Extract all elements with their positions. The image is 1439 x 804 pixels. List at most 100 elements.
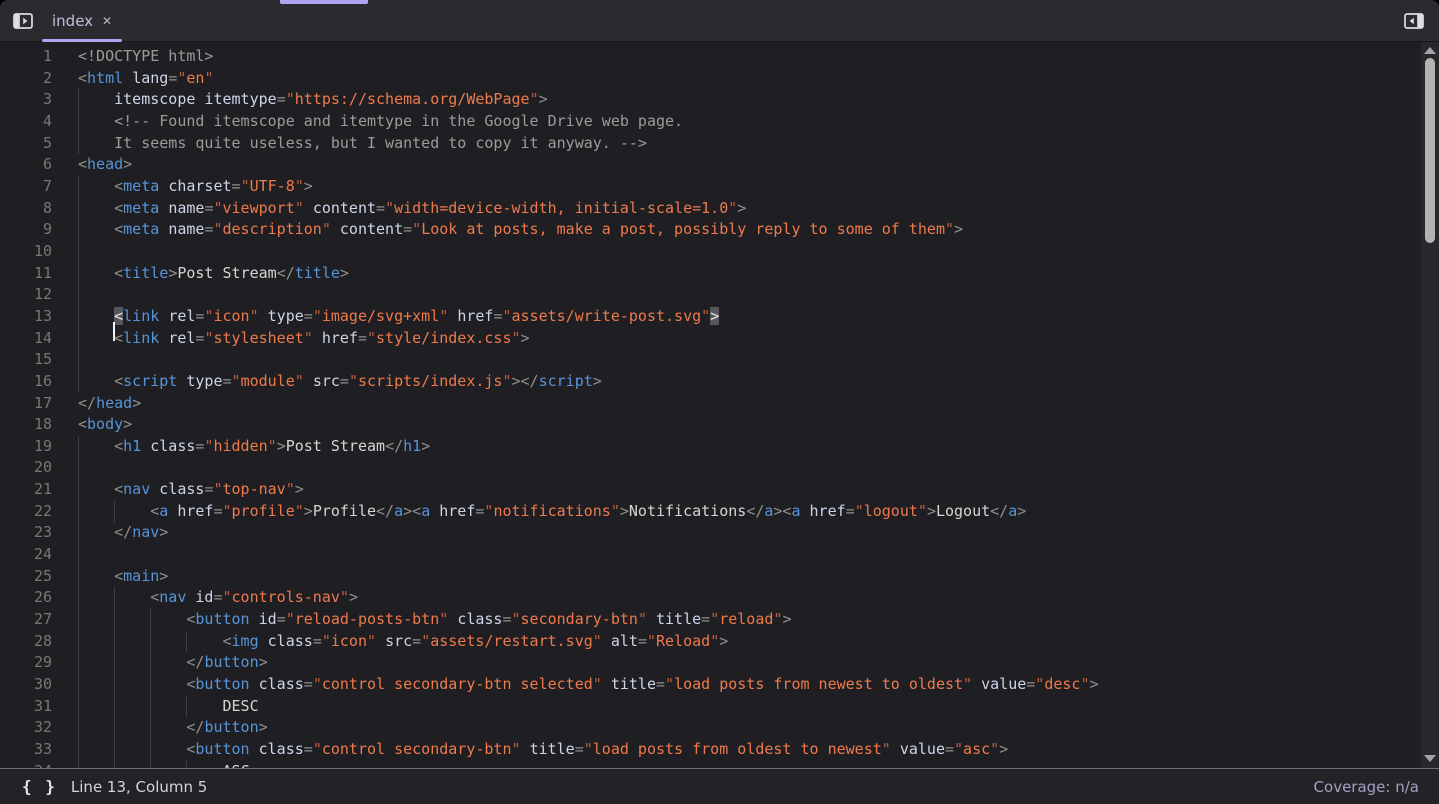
token (521, 740, 530, 758)
code-line[interactable]: 13 <link rel="icon" type="image/svg+xml"… (0, 306, 1439, 328)
token: " (385, 199, 394, 217)
toggle-right-panel-button[interactable] (1400, 7, 1428, 35)
token (430, 502, 439, 520)
scrollbar[interactable] (1421, 42, 1439, 768)
token: " (439, 610, 448, 628)
code-line[interactable]: 23 </nav> (0, 522, 1439, 544)
code-line[interactable]: 18<body> (0, 414, 1439, 436)
header-bar: index ✕ (0, 0, 1439, 42)
cursor-position[interactable]: Line 13, Column 5 (71, 778, 207, 796)
code-line[interactable]: 1<!DOCTYPE html> (0, 46, 1439, 68)
builder-window: index ✕ 1<!DOCTYPE html>2<html lang="en"… (0, 0, 1439, 804)
token: img (232, 632, 259, 650)
token (448, 610, 457, 628)
code-text: <img class="icon" src="assets/restart.sv… (78, 631, 1439, 653)
indent-guide (150, 631, 151, 653)
token: > (1089, 675, 1098, 693)
code-line[interactable]: 5 It seems quite useless, but I wanted t… (0, 133, 1439, 155)
tab-close-button[interactable]: ✕ (102, 14, 112, 27)
code-line[interactable]: 26 <nav id="controls-nav"> (0, 587, 1439, 609)
code-line[interactable]: 17</head> (0, 393, 1439, 415)
indent-guide (114, 761, 115, 768)
code-line[interactable]: 22 <a href="profile">Profile</a><a href=… (0, 501, 1439, 523)
token: > (123, 415, 132, 433)
token: " (963, 675, 972, 693)
code-line[interactable]: 8 <meta name="viewport" content="width=d… (0, 198, 1439, 220)
code-line[interactable]: 10 (0, 241, 1439, 263)
scroll-down-icon[interactable] (1424, 755, 1436, 762)
scrollbar-thumb[interactable] (1425, 58, 1435, 243)
token (331, 220, 340, 238)
coverage-label: Coverage: n/a (1314, 778, 1419, 796)
token: " (304, 329, 313, 347)
token: = (376, 199, 385, 217)
code-line[interactable]: 30 <button class="control secondary-btn … (0, 674, 1439, 696)
token: = (403, 220, 412, 238)
token: " (647, 632, 656, 650)
token: profile (232, 502, 295, 520)
code-line[interactable]: 24 (0, 544, 1439, 566)
code-line[interactable]: 34 ASC (0, 761, 1439, 768)
token (250, 675, 259, 693)
code-line[interactable]: 12 (0, 284, 1439, 306)
indent-guide (150, 652, 151, 674)
line-number: 21 (0, 479, 52, 501)
token: rel (168, 307, 195, 325)
toggle-left-panel-button[interactable] (9, 7, 37, 35)
token: " (855, 502, 864, 520)
scroll-up-icon[interactable] (1424, 47, 1436, 54)
token (123, 69, 132, 87)
code-line[interactable]: 33 <button class="control secondary-btn"… (0, 739, 1439, 761)
token: button (204, 653, 258, 671)
code-line[interactable]: 2<html lang="en" (0, 68, 1439, 90)
token: button (204, 718, 258, 736)
code-editor[interactable]: 1<!DOCTYPE html>2<html lang="en"3 itemsc… (0, 42, 1439, 768)
code-line[interactable]: 28 <img class="icon" src="assets/restart… (0, 631, 1439, 653)
token: " (945, 220, 954, 238)
code-line[interactable]: 15 (0, 349, 1439, 371)
token: content (313, 199, 376, 217)
code-text (78, 241, 1439, 263)
code-line[interactable]: 6<head> (0, 154, 1439, 176)
tab-index[interactable]: index ✕ (41, 0, 123, 42)
code-line[interactable]: 16 <script type="module" src="scripts/in… (0, 371, 1439, 393)
indent-guide (114, 652, 115, 674)
token (78, 675, 186, 693)
token: </ (990, 502, 1008, 520)
code-line[interactable]: 9 <meta name="description" content="Look… (0, 219, 1439, 241)
token: </ (376, 502, 394, 520)
code-line[interactable]: 7 <meta charset="UTF-8"> (0, 176, 1439, 198)
code-line[interactable]: 25 <main> (0, 566, 1439, 588)
code-line[interactable]: 4 <!-- Found itemscope and itemtype in t… (0, 111, 1439, 133)
code-line[interactable]: 31 DESC (0, 696, 1439, 718)
braces-icon[interactable]: { } (22, 777, 57, 796)
token: body (87, 415, 123, 433)
token: < (150, 588, 159, 606)
token (250, 610, 259, 628)
code-line[interactable]: 29 </button> (0, 652, 1439, 674)
indent-guide (150, 696, 151, 718)
code-line[interactable]: 3 itemscope itemtype="https://schema.org… (0, 89, 1439, 111)
indent-guide (78, 457, 79, 479)
token: " (349, 372, 358, 390)
code-line[interactable]: 27 <button id="reload-posts-btn" class="… (0, 609, 1439, 631)
token: " (340, 588, 349, 606)
token: = (340, 372, 349, 390)
line-number: 2 (0, 68, 52, 90)
token: h1 (123, 437, 141, 455)
token: " (918, 502, 927, 520)
code-line[interactable]: 21 <nav class="top-nav"> (0, 479, 1439, 501)
code-line[interactable]: 14 <link rel="stylesheet" href="style/in… (0, 328, 1439, 350)
code-line[interactable]: 32 </button> (0, 717, 1439, 739)
token: title (611, 675, 656, 693)
token: " (512, 610, 521, 628)
line-number: 28 (0, 631, 52, 653)
token: " (665, 675, 674, 693)
token: > (593, 372, 602, 390)
code-line[interactable]: 11 <title>Post Stream</title> (0, 263, 1439, 285)
indent-guide (78, 111, 79, 133)
token: = (358, 329, 367, 347)
line-number: 10 (0, 241, 52, 263)
code-line[interactable]: 19 <h1 class="hidden">Post Stream</h1> (0, 436, 1439, 458)
code-line[interactable]: 20 (0, 457, 1439, 479)
